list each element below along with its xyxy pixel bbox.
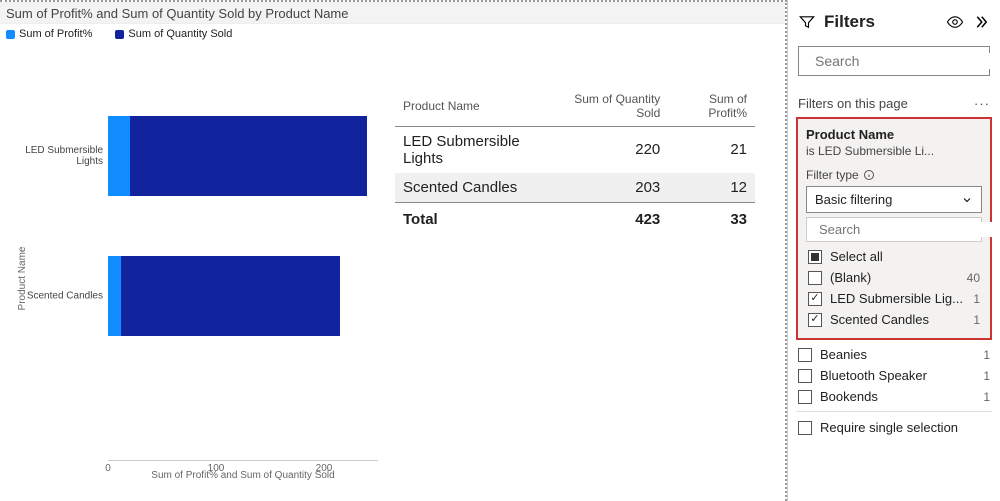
filter-card-product-name[interactable]: Product Name is LED Submersible Li... Fi…: [796, 117, 992, 340]
bar-category-1: Scented Candles: [18, 290, 103, 301]
require-single-selection[interactable]: Require single selection: [796, 411, 992, 443]
data-table[interactable]: Product Name Sum of Quantity Sold Sum of…: [395, 46, 785, 501]
filter-values-search-input[interactable]: [819, 222, 995, 237]
filters-search-input[interactable]: [815, 53, 996, 69]
filter-item[interactable]: Bluetooth Speaker1: [796, 365, 992, 386]
bar-0-profit: [108, 116, 130, 196]
checkbox[interactable]: [808, 271, 822, 285]
collapse-icon[interactable]: [972, 13, 990, 31]
checkbox-checked[interactable]: [808, 292, 822, 306]
legend-swatch-profit: [6, 30, 15, 39]
checkbox[interactable]: [798, 369, 812, 383]
filter-type-label: Filter type: [806, 168, 859, 182]
checkbox-partial[interactable]: [808, 250, 822, 264]
col-header-name[interactable]: Product Name: [395, 86, 554, 127]
x-axis: 0 100 200: [108, 460, 378, 461]
bar-chart[interactable]: Product Name LED Submersible Lights Scen…: [0, 46, 395, 501]
checkbox[interactable]: [798, 390, 812, 404]
x-axis-label: Sum of Profit% and Sum of Quantity Sold: [108, 470, 378, 481]
legend-label-qty: Sum of Quantity Sold: [128, 28, 232, 40]
eye-icon[interactable]: [946, 13, 964, 31]
legend-label-profit: Sum of Profit%: [19, 28, 92, 40]
y-axis-label: Product Name: [17, 247, 28, 311]
bar-1-profit: [108, 256, 121, 336]
filter-item[interactable]: Beanies1: [796, 344, 992, 365]
bar-0-qty: [130, 116, 367, 196]
filter-card-subtitle: is LED Submersible Li...: [806, 144, 982, 158]
legend: Sum of Profit% Sum of Quantity Sold: [0, 24, 785, 46]
table-row[interactable]: Scented Candles 203 12: [395, 173, 755, 203]
report-canvas: Sum of Profit% and Sum of Quantity Sold …: [0, 0, 787, 501]
col-header-profit[interactable]: Sum of Profit%: [668, 86, 755, 127]
filter-icon: [798, 13, 816, 31]
filters-title: Filters: [824, 12, 938, 32]
filter-item[interactable]: (Blank)40: [806, 267, 982, 288]
col-header-qty[interactable]: Sum of Quantity Sold: [554, 86, 668, 127]
table-row[interactable]: LED Submersible Lights 220 21: [395, 126, 755, 173]
bar-1-qty: [121, 256, 340, 336]
filter-card-title: Product Name: [806, 127, 982, 142]
filter-item[interactable]: LED Submersible Lig...1: [806, 288, 982, 309]
legend-swatch-qty: [115, 30, 124, 39]
filter-values-list[interactable]: Select all (Blank)40 LED Submersible Lig…: [806, 246, 982, 330]
filter-item-select-all[interactable]: Select all: [806, 246, 982, 267]
filters-search[interactable]: [798, 46, 990, 76]
filter-type-select[interactable]: Basic filtering: [806, 186, 982, 213]
table-total-row: Total 423 33: [395, 202, 755, 234]
chart-title: Sum of Profit% and Sum of Quantity Sold …: [0, 2, 785, 24]
filters-section-label: Filters on this page: [798, 96, 908, 111]
filter-values-overflow: Beanies1 Bluetooth Speaker1 Bookends1: [796, 344, 992, 407]
filter-item[interactable]: Bookends1: [796, 386, 992, 407]
filters-pane: Filters Filters on this page ··· Product…: [787, 0, 1000, 501]
checkbox[interactable]: [798, 348, 812, 362]
bar-0[interactable]: [108, 116, 367, 196]
bar-1[interactable]: [108, 256, 340, 336]
checkbox[interactable]: [798, 421, 812, 435]
checkbox-checked[interactable]: [808, 313, 822, 327]
filter-item[interactable]: Scented Candles1: [806, 309, 982, 330]
chevron-down-icon: [961, 194, 973, 206]
filter-values-search[interactable]: [806, 217, 982, 242]
info-icon[interactable]: [863, 169, 875, 181]
more-options-icon[interactable]: ···: [974, 96, 990, 111]
bar-category-0: LED Submersible Lights: [18, 145, 103, 167]
